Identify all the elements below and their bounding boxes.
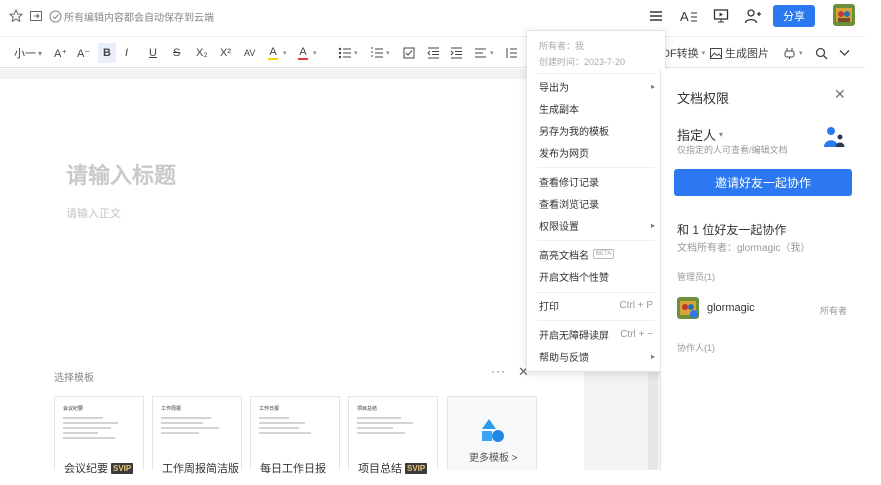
- chevron-down-icon: ▾: [719, 130, 724, 139]
- bold-button[interactable]: B: [98, 43, 116, 63]
- shapes-icon: [482, 419, 504, 442]
- font-size-select[interactable]: 小一 ▾: [14, 43, 42, 63]
- menu-divider: [537, 167, 655, 168]
- template-name: 会议纪要 SVIP: [64, 462, 134, 475]
- avatar: [677, 297, 699, 319]
- menu-item-copy[interactable]: 生成副本: [527, 97, 665, 119]
- top-bar: 所有编辑内容都会自动保存到云端 A 分享: [0, 0, 881, 34]
- toolbar-collapse-icon[interactable]: [839, 43, 850, 63]
- bullet-list-icon[interactable]: [338, 43, 352, 63]
- align-dropdown-icon[interactable]: ▾: [490, 43, 494, 63]
- menu-item-help[interactable]: 帮助与反馈 ▸: [527, 345, 665, 367]
- more-templates-link[interactable]: 更多模板 >: [469, 449, 518, 464]
- template-card[interactable]: 工作日报: [250, 396, 340, 470]
- chevron-right-icon: ▸: [650, 351, 655, 361]
- collab-count-title: 和 1 位好友一起协作: [677, 223, 787, 237]
- pdf-convert-button[interactable]: DF转换 ▾: [662, 43, 705, 63]
- svip-badge: SVIP: [111, 462, 134, 474]
- menu-icon[interactable]: [647, 7, 665, 25]
- svip-badge: SVIP: [405, 462, 428, 474]
- admins-label: 管理员(1): [677, 272, 715, 282]
- save-status-text: 所有编辑内容都会自动保存到云端: [64, 13, 214, 24]
- menu-divider: [537, 320, 655, 321]
- highlight-button[interactable]: A: [268, 43, 278, 63]
- permission-scope-desc: 仅指定的人可查看/编辑文档: [677, 145, 788, 155]
- menu-item-export[interactable]: 导出为 ▸: [527, 75, 665, 97]
- template-name: 项目总结 SVIP: [358, 462, 428, 475]
- search-icon[interactable]: [815, 43, 828, 63]
- underline-button[interactable]: U: [149, 43, 157, 63]
- indent-decrease-icon[interactable]: [427, 43, 440, 63]
- align-icon[interactable]: [474, 43, 487, 63]
- body-placeholder[interactable]: 请输入正文: [66, 205, 121, 221]
- menu-item-likes[interactable]: 开启文档个性赞: [527, 265, 665, 287]
- char-spacing-button[interactable]: AV: [244, 43, 255, 63]
- admin-role: 所有者: [820, 306, 848, 316]
- indent-increase-icon[interactable]: [450, 43, 463, 63]
- template-card[interactable]: 会议纪要: [54, 396, 144, 470]
- cloud-saved-icon: [47, 8, 63, 24]
- admin-name: glormagic: [707, 302, 755, 314]
- chevron-right-icon: ▸: [650, 81, 655, 91]
- present-icon[interactable]: [712, 8, 730, 24]
- panel-close-button[interactable]: ✕: [834, 86, 846, 103]
- move-to-folder-icon[interactable]: [28, 8, 44, 24]
- numbered-dropdown-icon[interactable]: ▾: [386, 43, 390, 63]
- template-more-button[interactable]: ···: [491, 364, 506, 378]
- menu-item-publish-web[interactable]: 发布为网页: [527, 141, 665, 163]
- format-toolbar: 小一 ▾ A⁺ A⁻ B I U S X₂ X² AV A ▾ A ▾ ▾ ▾ ▾…: [0, 36, 865, 68]
- italic-button[interactable]: I: [125, 43, 128, 63]
- menu-item-accessibility[interactable]: 开启无障碍读屏 Ctrl + ~: [527, 323, 665, 345]
- menu-created-time: 创建时间：2023-7-20: [539, 57, 626, 67]
- menu-item-permissions[interactable]: 权限设置 ▸: [527, 214, 665, 236]
- invite-collaborators-button[interactable]: 邀请好友一起协作: [674, 169, 852, 196]
- menu-item-view-history[interactable]: 查看浏览记录: [527, 192, 665, 214]
- font-color-button[interactable]: A: [298, 43, 308, 63]
- document-menu: 所有者：我 创建时间：2023-7-20 导出为 ▸ 生成副本 另存为我的模板 发…: [526, 30, 666, 372]
- generate-image-button[interactable]: 生成图片: [710, 43, 769, 63]
- template-name: 工作周报简洁版: [162, 463, 239, 475]
- numbered-list-icon[interactable]: [370, 43, 384, 63]
- permission-scope-select[interactable]: 指定人 ▾: [677, 125, 723, 144]
- template-card[interactable]: 项目总结: [348, 396, 438, 470]
- people-icon: [822, 125, 846, 149]
- svg-text:A: A: [680, 9, 689, 24]
- menu-divider: [537, 292, 655, 293]
- plugin-dropdown-icon[interactable]: ▾: [799, 43, 803, 63]
- menu-item-highlight-name[interactable]: 高亮文档名 BETA: [527, 243, 665, 265]
- doc-owner-text: 文档所有者：glormagic（我）: [677, 243, 811, 254]
- menu-divider: [537, 73, 655, 74]
- chevron-right-icon: ▸: [650, 220, 655, 230]
- checklist-icon[interactable]: [403, 43, 415, 63]
- grow-font-button[interactable]: A⁺: [54, 43, 67, 63]
- shortcut-hint: Ctrl + P: [619, 299, 653, 311]
- menu-item-revisions[interactable]: 查看修订记录: [527, 170, 665, 192]
- beta-badge: BETA: [593, 249, 615, 259]
- subscript-button[interactable]: X₂: [196, 43, 208, 63]
- font-style-icon[interactable]: A: [680, 8, 698, 24]
- strikethrough-button[interactable]: S: [173, 43, 180, 63]
- line-spacing-icon[interactable]: [505, 43, 518, 63]
- collaborators-label[interactable]: 协作人(1): [677, 341, 715, 354]
- panel-title: 文档权限: [677, 91, 730, 106]
- star-icon[interactable]: [8, 8, 24, 24]
- add-user-icon[interactable]: [744, 8, 762, 24]
- template-section-label: 选择模板: [54, 373, 94, 384]
- menu-item-save-template[interactable]: 另存为我的模板: [527, 119, 665, 141]
- user-avatar[interactable]: [833, 4, 855, 26]
- highlight-dropdown-icon[interactable]: ▾: [283, 43, 287, 63]
- menu-item-print[interactable]: 打印 Ctrl + P: [527, 294, 665, 316]
- bullet-dropdown-icon[interactable]: ▾: [354, 43, 358, 63]
- menu-owner: 所有者：我: [539, 41, 585, 51]
- template-card[interactable]: 工作周报: [152, 396, 242, 470]
- font-color-dropdown-icon[interactable]: ▾: [313, 43, 317, 63]
- shortcut-hint: Ctrl + ~: [620, 328, 653, 340]
- shrink-font-button[interactable]: A⁻: [77, 43, 90, 63]
- template-name: 每日工作日报: [260, 463, 326, 475]
- share-button[interactable]: 分享: [773, 5, 815, 27]
- superscript-button[interactable]: X²: [220, 43, 231, 63]
- plugin-icon[interactable]: [783, 43, 796, 63]
- menu-divider: [537, 240, 655, 241]
- title-placeholder[interactable]: 请输入标题: [66, 158, 176, 190]
